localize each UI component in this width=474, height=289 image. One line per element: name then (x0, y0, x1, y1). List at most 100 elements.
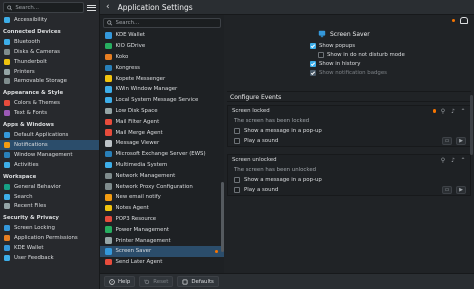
app-list-item[interactable]: Message Viewer (100, 138, 224, 149)
browse-sound-button[interactable]: ▭ (442, 186, 452, 194)
hamburger-menu-icon[interactable] (87, 3, 96, 12)
checkbox[interactable] (234, 138, 240, 144)
sidebar-item[interactable]: Colors & Themes (0, 98, 99, 108)
sidebar-item[interactable]: Accessibility (0, 15, 99, 25)
search-icon (4, 193, 10, 200)
app-list-item[interactable]: Mail Merge Agent (100, 127, 224, 138)
app-icon (105, 161, 112, 169)
app-list-item-label: Message Viewer (115, 140, 160, 147)
sidebar-item[interactable]: Removable Storage (0, 76, 99, 86)
sidebar-item[interactable]: Activities (0, 160, 99, 170)
app-list-item-label: Mail Merge Agent (115, 129, 163, 136)
app-list-item[interactable]: Power Management (100, 224, 224, 235)
app-list-item[interactable]: Network Proxy Configuration (100, 181, 224, 192)
event-title-row: Screen unlocked ⚲ ♪ ⌃ (228, 155, 470, 165)
app-list-item[interactable]: Notes Agent (100, 203, 224, 214)
play-sound-button[interactable]: ▶ (456, 137, 466, 145)
event-sound-option[interactable]: Play a sound ▭ ▶ (228, 136, 470, 146)
app-list-item[interactable]: Kopete Messenger (100, 73, 224, 84)
app-list-item[interactable]: KWin Window Manager (100, 84, 224, 95)
app-list-item[interactable]: KDE Wallet (100, 30, 224, 41)
event-sound-option[interactable]: Play a sound ▭ ▶ (228, 185, 470, 195)
back-arrow-icon[interactable]: ‹ (106, 2, 110, 12)
sidebar-item-label: Accessibility (14, 16, 48, 23)
sidebar-item[interactable]: Bluetooth (0, 37, 99, 47)
sidebar-item[interactable]: Notifications (0, 140, 99, 150)
sidebar-category-title: Appearance & Style (3, 90, 64, 97)
play-sound-button[interactable]: ▶ (456, 186, 466, 194)
sidebar-item[interactable]: General Behavior (0, 182, 99, 192)
app-list-item[interactable]: Screen Saver (100, 245, 224, 257)
event-item[interactable]: Screen unlocked ⚲ ♪ ⌃ The screen has been un… (227, 154, 471, 196)
browse-sound-button[interactable]: ▭ (442, 137, 452, 145)
notification-settings-icon[interactable] (460, 17, 468, 24)
app-search-field[interactable] (103, 18, 221, 28)
app-list-item[interactable]: KIO GDrive (100, 41, 224, 52)
sidebar-list: Accessibility Connected Devices Bluetooth D… (0, 15, 99, 263)
app-list-item[interactable]: Multimedia System (100, 160, 224, 171)
popup-option-checkbox[interactable]: Show in do not disturb mode (318, 51, 405, 59)
sidebar-item[interactable]: Screen Locking (0, 223, 99, 233)
sidebar-item[interactable]: Search (0, 192, 99, 202)
checkbox[interactable] (234, 128, 240, 134)
screen-saver-icon (318, 30, 326, 38)
popup-option-checkbox[interactable]: Show in history (310, 60, 360, 68)
event-popup-option[interactable]: Show a message in a pop-up (228, 175, 470, 185)
checkbox[interactable] (318, 52, 324, 58)
permissions-icon (4, 235, 10, 242)
app-icon (105, 226, 112, 233)
sidebar-item[interactable]: Window Management (0, 150, 99, 160)
checkbox[interactable] (310, 43, 316, 49)
event-popup-option[interactable]: Show a message in a pop-up (228, 126, 470, 136)
checkbox-label: Show popups (319, 43, 356, 49)
sidebar-item-label: Colors & Themes (14, 100, 60, 107)
sidebar-item[interactable]: Printers (0, 67, 99, 77)
app-list-item[interactable]: POP3 Resource (100, 214, 224, 225)
checkbox[interactable] (310, 61, 316, 67)
popup-option-checkbox[interactable]: Show popups (310, 42, 355, 50)
app-icon (105, 194, 112, 201)
sidebar-search-field[interactable] (3, 2, 84, 13)
help-button[interactable]: ? Help (104, 276, 136, 287)
sidebar-item-label: Activities (14, 161, 39, 168)
sidebar-search-input[interactable] (15, 4, 80, 11)
chevron-up-icon[interactable]: ⌃ (460, 108, 466, 115)
chevron-up-icon[interactable]: ⌃ (460, 157, 466, 164)
recent-files-icon (4, 203, 10, 210)
app-list-item[interactable]: Koko (100, 52, 224, 63)
defaults-button[interactable]: Defaults (177, 276, 219, 287)
sidebar-item[interactable]: Text & Fonts (0, 108, 99, 118)
reset-button[interactable]: Reset (139, 276, 174, 287)
settings-scrollbar[interactable] (470, 95, 473, 155)
application-list: KDE Wallet KIO GDrive Koko Kongress Kopete M… (100, 15, 224, 273)
app-list-item[interactable]: Local System Message Service (100, 95, 224, 106)
checkbox[interactable] (234, 177, 240, 183)
app-list-item[interactable]: Network Management (100, 170, 224, 181)
checkbox-label: Show notification badges (319, 70, 387, 76)
sidebar-item[interactable]: Disks & Cameras (0, 47, 99, 57)
sidebar-item-label: Disks & Cameras (14, 48, 60, 55)
app-list-item[interactable]: Microsoft Exchange Server (EWS) (100, 149, 224, 160)
app-list-item[interactable]: New email notify (100, 192, 224, 203)
sidebar-item[interactable]: KDE Wallet (0, 243, 99, 253)
sidebar-item[interactable]: Default Applications (0, 130, 99, 140)
checkbox-label: Play a sound (244, 138, 279, 144)
app-list-item[interactable]: Kongress (100, 62, 224, 73)
app-list-item-label: Kopete Messenger (115, 75, 166, 82)
app-search-input[interactable] (115, 20, 217, 26)
app-list-item[interactable]: Printer Management (100, 235, 224, 246)
checkbox-label: Show a message in a pop-up (244, 128, 322, 134)
bottom-bar: ? Help Reset Defaults (100, 273, 474, 289)
app-icon (105, 96, 112, 104)
sidebar: Accessibility Connected Devices Bluetooth D… (0, 0, 100, 289)
app-list-item[interactable]: Mail Filter Agent (100, 116, 224, 127)
sidebar-item[interactable]: User Feedback (0, 253, 99, 263)
sidebar-item[interactable]: Thunderbolt (0, 57, 99, 67)
checkbox[interactable] (234, 187, 240, 193)
sidebar-item[interactable]: Recent Files (0, 201, 99, 211)
app-list-item[interactable]: Low Disk Space (100, 106, 224, 117)
sidebar-item[interactable]: Application Permissions (0, 233, 99, 243)
app-list-item-label: KIO GDrive (115, 43, 146, 50)
event-item[interactable]: Screen locked ⚲ ♪ ⌃ The screen has been lock… (227, 105, 471, 147)
app-list-item[interactable]: Send Later Agent (100, 257, 224, 268)
